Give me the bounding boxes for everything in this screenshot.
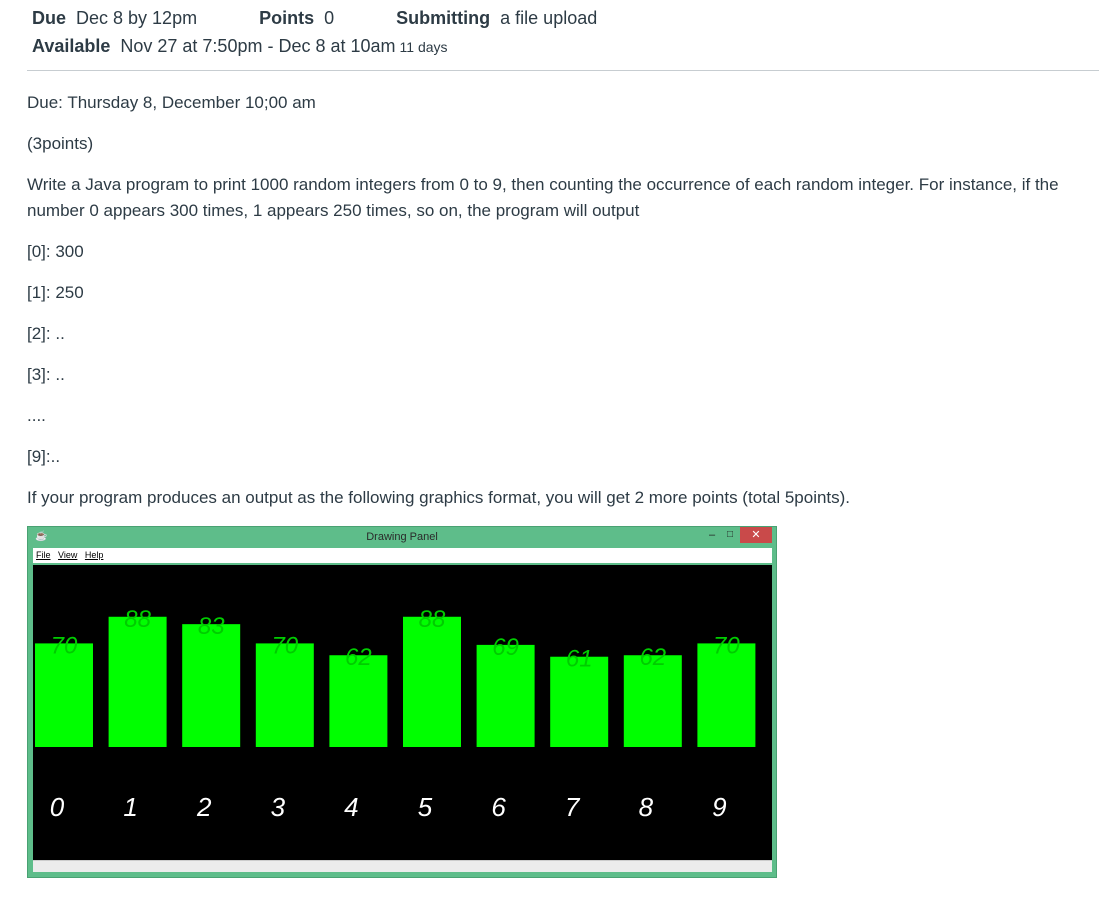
due-row: Due Dec 8 by 12pm Points 0 Submitting a fil… (32, 7, 597, 29)
bar-value-label: 88 (124, 606, 151, 633)
bar-value-label: 88 (419, 606, 446, 633)
menu-view[interactable]: View (58, 550, 77, 560)
category-label: 5 (418, 792, 433, 822)
category-label: 3 (271, 792, 286, 822)
close-button[interactable]: ✕ (740, 527, 772, 543)
header-divider (27, 70, 1099, 71)
status-bar (33, 860, 772, 872)
points-label: Points (259, 8, 315, 28)
output-line-2: [2]: .. (27, 324, 65, 343)
output-line-ellipsis: .... (27, 406, 46, 425)
due-value: Dec 8 by 12pm (76, 8, 198, 28)
bar-value-label: 70 (271, 632, 298, 659)
category-label: 6 (491, 792, 506, 822)
bar-value-label: 70 (713, 632, 740, 659)
window-title: Drawing Panel (366, 531, 438, 543)
category-label: 7 (565, 792, 581, 822)
due-label: Due (32, 8, 67, 28)
submitting-label: Submitting (396, 8, 491, 28)
category-label: 8 (639, 792, 654, 822)
output-line-1: [1]: 250 (27, 283, 84, 302)
bar-value-label: 62 (345, 644, 372, 671)
menu-help[interactable]: Help (85, 550, 104, 560)
category-label: 4 (344, 792, 358, 822)
bar-chart: 70 0 88 1 83 2 70 3 62 4 88 5 69 6 61 7 62 8 70 9 (35, 606, 756, 822)
bar-value-label: 83 (198, 613, 225, 640)
instructions-text: Write a Java program to print 1000 rando… (27, 175, 1059, 220)
points-value: 0 (324, 8, 335, 28)
bar-2 (182, 624, 241, 747)
bar-value-label: 61 (566, 646, 593, 673)
points-line: (3points) (27, 134, 94, 153)
output-line-3: [3]: .. (27, 365, 65, 384)
output-line-0: [0]: 300 (27, 242, 84, 261)
drawing-panel-window: ☕ Drawing Panel – □ ✕ File View Help 70 0… (27, 526, 777, 878)
menu-bar: File View Help (33, 548, 772, 563)
drawing-canvas: 70 0 88 1 83 2 70 3 62 4 88 5 69 6 61 7 62 8 70 9 (33, 565, 772, 860)
available-row: Available Nov 27 at 7:50pm - Dec 8 at 10a… (32, 35, 448, 58)
available-label: Available (32, 36, 111, 56)
menu-file[interactable]: File (36, 550, 51, 560)
category-label: 9 (712, 792, 726, 822)
bar-value-label: 69 (492, 634, 519, 661)
bar-value-label: 62 (639, 644, 666, 671)
available-duration: 11 days (399, 39, 448, 55)
available-value: Nov 27 at 7:50pm - Dec 8 at 10am (120, 36, 396, 56)
bonus-line: If your program produces an output as th… (27, 488, 851, 507)
category-label: 1 (123, 792, 137, 822)
submitting-value: a file upload (500, 8, 598, 28)
maximize-button[interactable]: □ (722, 528, 738, 542)
category-label: 2 (196, 792, 212, 822)
category-label: 0 (50, 792, 65, 822)
bar-5 (403, 616, 461, 747)
bar-value-label: 70 (51, 632, 78, 659)
minimize-button[interactable]: – (704, 528, 720, 542)
output-line-9: [9]:.. (27, 447, 61, 466)
due-line: Due: Thursday 8, December 10;00 am (27, 93, 316, 112)
bar-1 (108, 616, 167, 747)
